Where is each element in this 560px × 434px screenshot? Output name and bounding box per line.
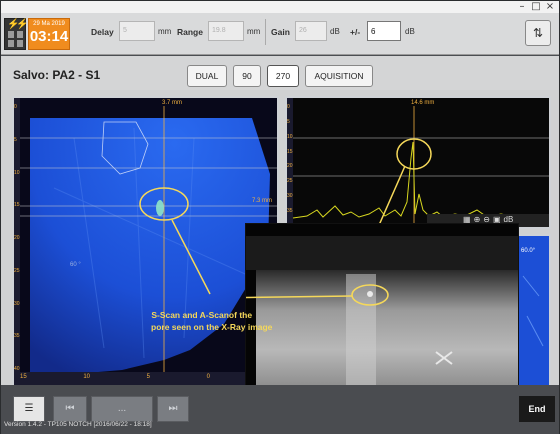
- sscan-bottom-axis: 15 10 5 0 5: [20, 374, 270, 380]
- tab-aquisition[interactable]: AQUISITION: [305, 65, 373, 87]
- gain-unit: dB: [330, 27, 340, 36]
- title-bar: – □ ×: [1, 1, 559, 13]
- maximize-icon[interactable]: □: [529, 1, 543, 12]
- sscan-image: [14, 98, 277, 385]
- tick-label: 0: [14, 104, 17, 110]
- version-text: Version 1.4.2 - TP105 NOTCH [2016/06/22 …: [4, 421, 152, 428]
- range-label: Range: [177, 27, 203, 37]
- cscan-image: [519, 236, 549, 385]
- tick-label: 15: [287, 148, 293, 155]
- skip-back-icon: ⏮: [65, 403, 75, 414]
- tab-270[interactable]: 270: [267, 65, 299, 87]
- tick-label: 35: [287, 207, 293, 214]
- gain-input[interactable]: 26: [295, 21, 327, 41]
- bottom-bar: ☰ ⏮ ... ⏭ End Version 1.4.2 - TP105 NOTC…: [1, 385, 559, 434]
- page-title: Salvo: PA2 - S1: [13, 68, 101, 82]
- delay-label: Delay: [91, 27, 114, 37]
- battery-icon: ⚡ ⚡: [4, 18, 28, 50]
- plusminus-label: +/-: [350, 27, 361, 37]
- clock-date: 29 Ma 2019: [33, 21, 65, 27]
- tick-label: 15: [20, 374, 27, 380]
- tick-label: 0: [287, 104, 290, 110]
- tick-label: 25: [14, 267, 20, 274]
- list-icon: ☰: [24, 403, 34, 414]
- clock-widget: 29 Ma 2019 03:14: [28, 18, 70, 50]
- delay-input[interactable]: 5: [119, 21, 155, 41]
- close-icon[interactable]: ×: [543, 1, 557, 12]
- clock-time: 03:14: [29, 28, 69, 45]
- tick-label: 0: [206, 374, 210, 380]
- skip-back-button[interactable]: ⏮: [53, 396, 87, 422]
- plusminus-unit: dB: [405, 27, 415, 36]
- cscan-panel[interactable]: 60.0°: [517, 234, 551, 387]
- ascan-image: [287, 98, 549, 227]
- annotation-line: pore seen on the X-Ray image: [151, 322, 273, 332]
- range-unit: mm: [247, 27, 261, 36]
- ascan-panel[interactable]: 14.6 mm 0 5 10 15 20 25 30 35 ▦ ⊕ ⊖ ▣ dB: [285, 96, 551, 229]
- tick-label: 10: [83, 374, 91, 380]
- tick-label: 5: [146, 374, 150, 380]
- annotation-text: S-Scan and A-Scanof the pore seen on the…: [131, 309, 272, 333]
- tick-label: 15: [14, 202, 20, 209]
- skip-forward-button[interactable]: ⏭: [157, 396, 189, 422]
- end-button[interactable]: End: [519, 396, 555, 422]
- tick-label: 5: [14, 136, 17, 143]
- tab-dual[interactable]: DUAL: [187, 65, 227, 87]
- sscan-left-axis: 0 5 10 15 20 25 30 35 40: [14, 104, 20, 372]
- swap-sort-button[interactable]: ⇅: [525, 20, 551, 46]
- range-input[interactable]: 19.8: [208, 21, 244, 41]
- middle-button[interactable]: ...: [91, 396, 153, 422]
- minimize-icon[interactable]: –: [515, 1, 529, 12]
- list-view-button[interactable]: ☰: [13, 396, 45, 422]
- tick-label: 5: [287, 118, 290, 125]
- plusminus-input[interactable]: 6: [367, 21, 401, 41]
- tick-label: 10: [287, 133, 293, 140]
- delay-unit: mm: [158, 27, 172, 36]
- cscan-angle-label: 60.0°: [521, 248, 536, 254]
- tick-label: 20: [14, 235, 20, 241]
- swap-arrows-icon: ⇅: [532, 26, 544, 40]
- tick-label: 40: [14, 366, 20, 372]
- tick-label: 10: [14, 169, 20, 176]
- annotation-line: S-Scan and A-Scanof the: [151, 310, 253, 320]
- tick-label: 20: [287, 163, 293, 170]
- skip-forward-icon: ⏭: [168, 403, 178, 414]
- sscan-panel[interactable]: 3.7 mm 7.3 mm 60 ° 15 10 5 0 5 0 5 10 15…: [12, 96, 279, 387]
- app-window: – □ × ⚡ ⚡ 29 Ma 2019 03:14 Delay 5 mm Ra…: [0, 0, 560, 434]
- header-bar: Salvo: PA2 - S1 DUAL 90 270 AQUISITION: [1, 56, 559, 90]
- toolbar: ⚡ ⚡ 29 Ma 2019 03:14 Delay 5 mm Range 19…: [1, 13, 559, 55]
- sscan-top-marker: 3.7 mm: [162, 100, 183, 106]
- divider: [265, 19, 266, 45]
- tick-label: 30: [14, 300, 20, 307]
- gain-label: Gain: [271, 27, 290, 37]
- ascan-top-marker: 14.6 mm: [411, 100, 435, 106]
- ascan-left-axis: 0 5 10 15 20 25 30 35: [287, 104, 293, 214]
- tick-label: 35: [14, 333, 20, 340]
- tab-90[interactable]: 90: [233, 65, 261, 87]
- tick-label: 25: [287, 178, 293, 185]
- sscan-angle-label: 60 °: [70, 262, 81, 268]
- sscan-side-marker: 7.3 mm: [252, 198, 273, 204]
- tick-label: 30: [287, 193, 293, 200]
